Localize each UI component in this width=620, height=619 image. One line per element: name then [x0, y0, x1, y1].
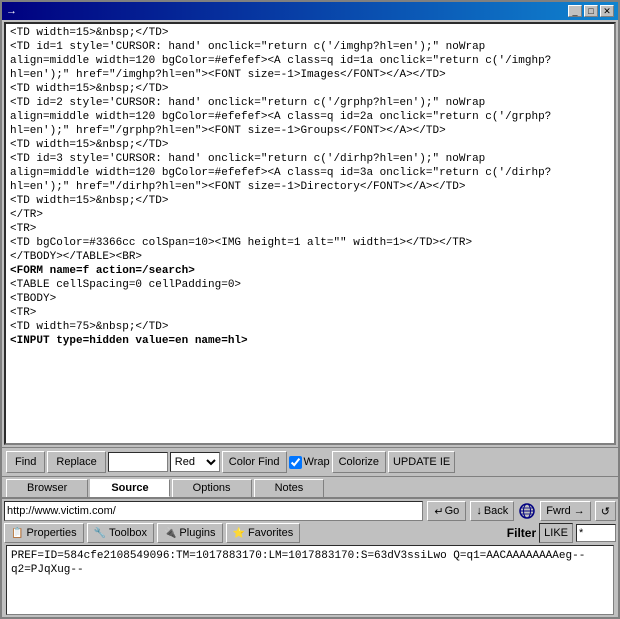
- close-button[interactable]: ✕: [600, 5, 614, 17]
- main-content: <TD width=15>&nbsp;</TD><TD id=1 style='…: [2, 20, 618, 617]
- tab-browser[interactable]: Browser: [6, 479, 88, 497]
- favorites-label: Favorites: [248, 527, 293, 539]
- plugins-label: Plugins: [179, 527, 215, 539]
- find-bar: Find Replace RedBlueGreenYellow Color Fi…: [2, 447, 618, 476]
- back-arrow-icon: ↓: [476, 505, 482, 517]
- code-viewer[interactable]: <TD width=15>&nbsp;</TD><TD id=1 style='…: [4, 22, 616, 445]
- refresh-icon: ↺: [601, 505, 610, 518]
- tab-options[interactable]: Options: [172, 479, 252, 497]
- maximize-button[interactable]: □: [584, 5, 598, 17]
- back-label: Back: [484, 505, 508, 517]
- color-find-button[interactable]: Color Find: [222, 451, 287, 473]
- toolbox-icon: 🔧: [94, 528, 106, 539]
- back-button[interactable]: ↓ Back: [470, 501, 514, 521]
- toolbox-button[interactable]: 🔧 Toolbox: [87, 523, 154, 543]
- toolbar-row: 📋 Properties 🔧 Toolbox 🔌 Plugins ⭐ Favor…: [4, 523, 616, 543]
- filter-input[interactable]: [576, 524, 616, 542]
- properties-icon: 📋: [11, 528, 23, 539]
- tab-source[interactable]: Source: [90, 479, 169, 497]
- wrap-checkbox-label: Wrap: [289, 456, 330, 469]
- favorites-button[interactable]: ⭐ Favorites: [226, 523, 301, 543]
- go-label: Go: [445, 505, 460, 517]
- fwrd-button[interactable]: Fwrd →: [540, 501, 591, 521]
- tab-bar: BrowserSourceOptionsNotes: [2, 476, 618, 497]
- title-bar-buttons: _ □ ✕: [568, 5, 614, 17]
- wrap-label: Wrap: [304, 456, 330, 468]
- update-ie-button[interactable]: UPDATE IE: [388, 451, 455, 473]
- filter-label: Filter: [507, 526, 536, 540]
- window-title: →: [6, 5, 17, 17]
- main-window: → _ □ ✕ <TD width=15>&nbsp;</TD><TD id=1…: [0, 0, 620, 619]
- properties-label: Properties: [26, 527, 76, 539]
- globe-icon: [518, 502, 536, 520]
- bottom-panel: ↵ Go ↓ Back: [2, 497, 618, 617]
- properties-button[interactable]: 📋 Properties: [4, 523, 84, 543]
- find-button[interactable]: Find: [6, 451, 45, 473]
- replace-button[interactable]: Replace: [47, 451, 105, 473]
- cookie-area: PREF=ID=584cfe2108549096:TM=1017883170:L…: [6, 545, 614, 615]
- globe-svg: [519, 503, 535, 519]
- fwrd-label: Fwrd →: [546, 505, 585, 517]
- toolbox-label: Toolbox: [109, 527, 147, 539]
- colorize-button[interactable]: Colorize: [332, 451, 386, 473]
- url-bar-row: ↵ Go ↓ Back: [4, 501, 616, 521]
- color-select[interactable]: RedBlueGreenYellow: [170, 452, 220, 472]
- plugins-button[interactable]: 🔌 Plugins: [157, 523, 223, 543]
- title-bar: → _ □ ✕: [2, 2, 618, 20]
- like-label: LIKE: [544, 527, 568, 539]
- wrap-checkbox[interactable]: [289, 456, 302, 469]
- go-button[interactable]: ↵ Go: [427, 501, 466, 521]
- favorites-icon: ⭐: [233, 528, 245, 539]
- refresh-button[interactable]: ↺: [595, 501, 616, 521]
- url-input[interactable]: [4, 501, 423, 521]
- tab-notes[interactable]: Notes: [254, 479, 325, 497]
- go-arrow-icon: ↵: [434, 505, 443, 518]
- find-input[interactable]: [108, 452, 168, 472]
- like-box: LIKE: [539, 523, 573, 543]
- minimize-button[interactable]: _: [568, 5, 582, 17]
- plugins-icon: 🔌: [164, 528, 176, 539]
